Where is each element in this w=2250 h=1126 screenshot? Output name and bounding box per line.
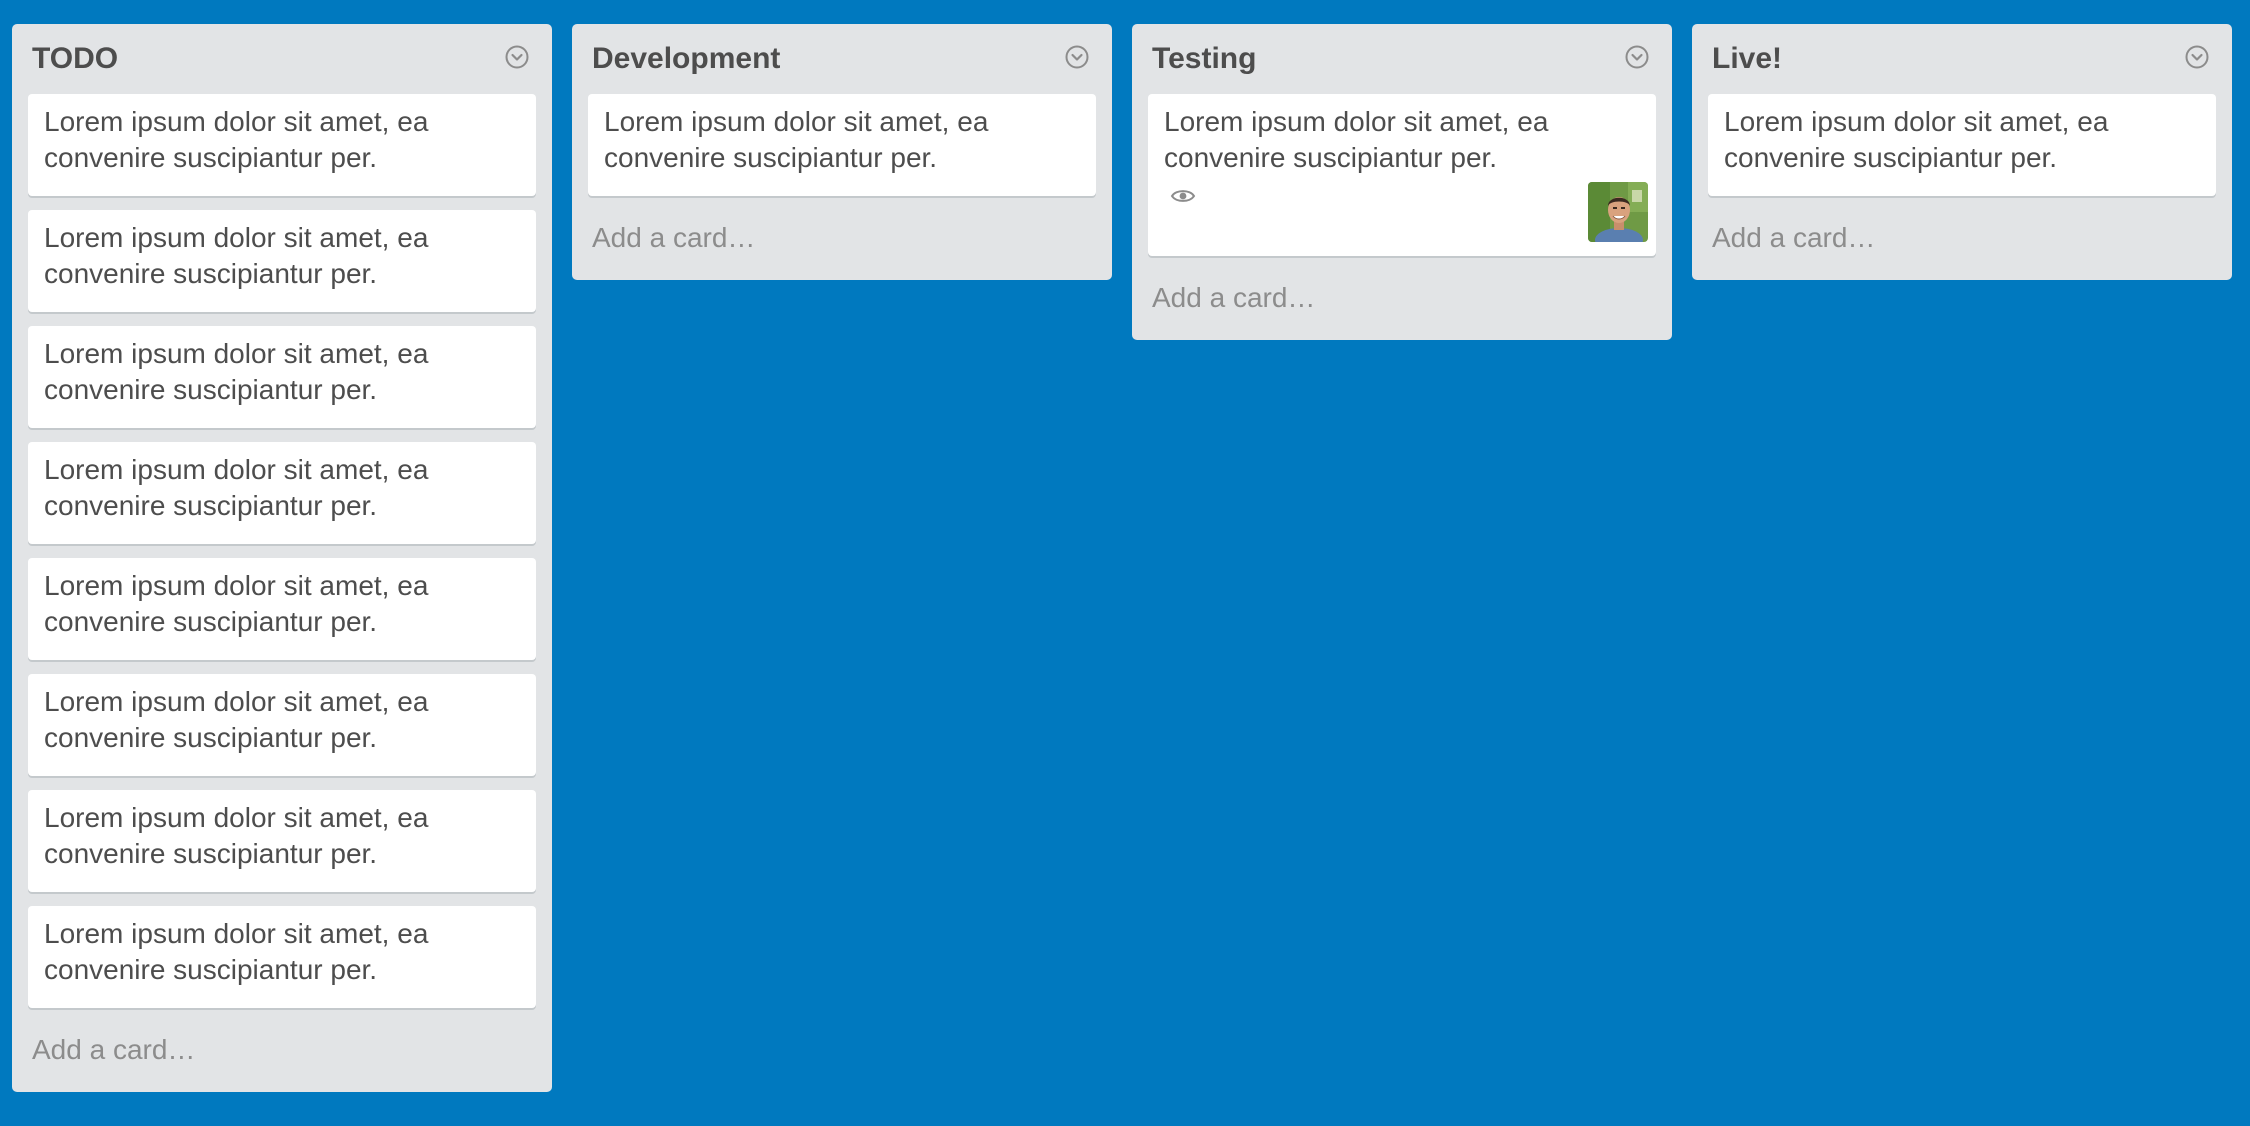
card[interactable]: Lorem ipsum dolor sit amet, ea convenire…	[1708, 94, 2216, 196]
avatar-image	[1588, 182, 1648, 242]
card-list: Lorem ipsum dolor sit amet, ea convenire…	[28, 94, 536, 1008]
add-card-label: Add a card…	[32, 1034, 196, 1065]
chevron-down-icon[interactable]	[504, 44, 530, 70]
add-card-label: Add a card…	[1712, 222, 1876, 253]
chevron-down-icon[interactable]	[1064, 44, 1090, 70]
list-testing: Testing Lorem ipsum dolor sit amet, ea c…	[1132, 24, 1672, 340]
list-live: Live! Lorem ipsum dolor sit amet, ea con…	[1692, 24, 2232, 280]
card[interactable]: Lorem ipsum dolor sit amet, ea convenire…	[1148, 94, 1656, 256]
avatar[interactable]	[1588, 182, 1648, 242]
list-header: Development	[588, 24, 1096, 94]
card-text: Lorem ipsum dolor sit amet, ea convenire…	[44, 918, 429, 985]
list-title[interactable]: Development	[592, 41, 780, 77]
chevron-down-icon[interactable]	[2184, 44, 2210, 70]
add-card-button[interactable]: Add a card…	[28, 1008, 536, 1092]
card[interactable]: Lorem ipsum dolor sit amet, ea convenire…	[28, 790, 536, 892]
card-text: Lorem ipsum dolor sit amet, ea convenire…	[44, 570, 429, 637]
card[interactable]: Lorem ipsum dolor sit amet, ea convenire…	[28, 558, 536, 660]
list-todo: TODO Lorem ipsum dolor sit amet, ea conv…	[12, 24, 552, 1092]
list-title[interactable]: Testing	[1152, 41, 1256, 77]
card[interactable]: Lorem ipsum dolor sit amet, ea convenire…	[28, 674, 536, 776]
card-text: Lorem ipsum dolor sit amet, ea convenire…	[44, 338, 429, 405]
card-text: Lorem ipsum dolor sit amet, ea convenire…	[604, 106, 989, 173]
card[interactable]: Lorem ipsum dolor sit amet, ea convenire…	[588, 94, 1096, 196]
add-card-button[interactable]: Add a card…	[1708, 196, 2216, 280]
add-card-button[interactable]: Add a card…	[1148, 256, 1656, 340]
card-list: Lorem ipsum dolor sit amet, ea convenire…	[1708, 94, 2216, 196]
list-header: TODO	[28, 24, 536, 94]
list-development: Development Lorem ipsum dolor sit amet, …	[572, 24, 1112, 280]
card-text: Lorem ipsum dolor sit amet, ea convenire…	[1164, 106, 1549, 173]
card[interactable]: Lorem ipsum dolor sit amet, ea convenire…	[28, 906, 536, 1008]
add-card-button[interactable]: Add a card…	[588, 196, 1096, 280]
card-text: Lorem ipsum dolor sit amet, ea convenire…	[44, 106, 429, 173]
board: TODO Lorem ipsum dolor sit amet, ea conv…	[12, 24, 2232, 1092]
eye-icon	[1170, 190, 1196, 202]
card[interactable]: Lorem ipsum dolor sit amet, ea convenire…	[28, 442, 536, 544]
card-badges	[1164, 176, 1648, 242]
list-header: Testing	[1148, 24, 1656, 94]
list-title[interactable]: Live!	[1712, 41, 1782, 77]
chevron-down-icon[interactable]	[1624, 44, 1650, 70]
add-card-label: Add a card…	[592, 222, 756, 253]
card[interactable]: Lorem ipsum dolor sit amet, ea convenire…	[28, 210, 536, 312]
card[interactable]: Lorem ipsum dolor sit amet, ea convenire…	[28, 326, 536, 428]
add-card-label: Add a card…	[1152, 282, 1316, 313]
list-title[interactable]: TODO	[32, 41, 118, 77]
card-text: Lorem ipsum dolor sit amet, ea convenire…	[44, 222, 429, 289]
card-text: Lorem ipsum dolor sit amet, ea convenire…	[44, 802, 429, 869]
card-text: Lorem ipsum dolor sit amet, ea convenire…	[1724, 106, 2109, 173]
list-header: Live!	[1708, 24, 2216, 94]
card-text: Lorem ipsum dolor sit amet, ea convenire…	[44, 686, 429, 753]
card-text: Lorem ipsum dolor sit amet, ea convenire…	[44, 454, 429, 521]
card-list: Lorem ipsum dolor sit amet, ea convenire…	[1148, 94, 1656, 256]
card[interactable]: Lorem ipsum dolor sit amet, ea convenire…	[28, 94, 536, 196]
card-list: Lorem ipsum dolor sit amet, ea convenire…	[588, 94, 1096, 196]
